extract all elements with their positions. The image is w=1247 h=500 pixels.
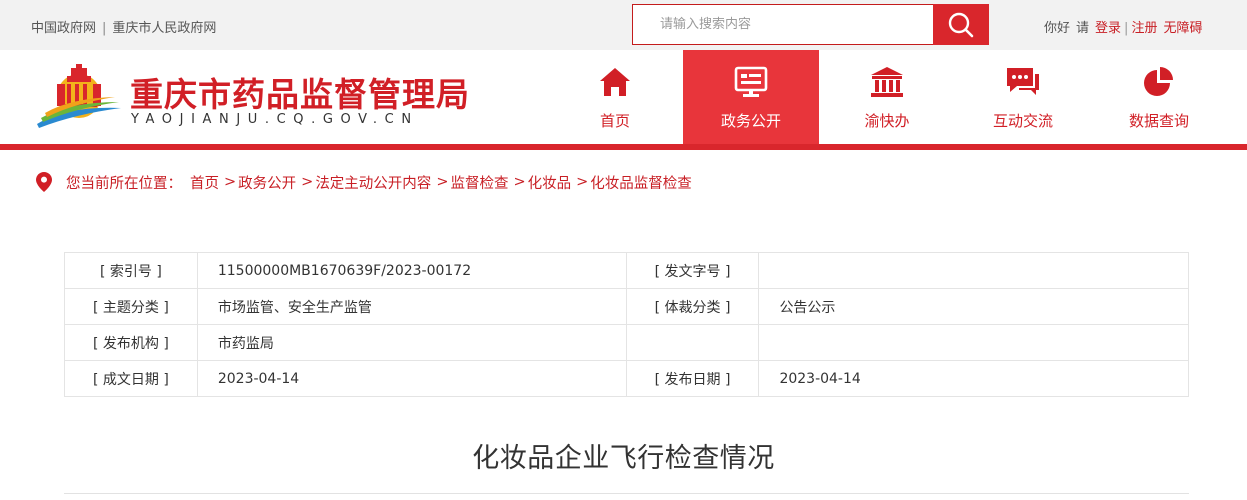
login-link[interactable]: 登录 [1095,21,1121,36]
chat-bubbles-icon [1005,64,1041,100]
index-number-value: 11500000MB1670639F/2023-00172 [196,252,627,289]
publish-date-label: [ 发布日期 ] [625,360,760,397]
nav-label-yukuaiban: 渝快办 [864,112,910,130]
home-icon [597,64,633,100]
breadcrumb-cosmetics-inspection[interactable]: 化妆品监督检查 [590,172,692,193]
issuing-agency-label: [ 发布机构 ] [64,324,198,361]
register-link[interactable]: 注册 [1131,21,1157,36]
table-row: [ 发布机构 ] 市药监局 [64,324,1189,361]
pie-chart-icon [1141,64,1177,100]
document-number-value [758,252,1189,289]
nav-label-interaction: 互动交流 [992,112,1053,130]
nav-label-data-query: 数据查询 [1128,112,1189,130]
site-header: 重庆市药品监督管理局 YAOJIANJU.CQ.GOV.CN 首页 政务公开 渝… [0,50,1247,145]
table-row: [ 主题分类 ] 市场监管、安全生产监管 [ 体裁分类 ] 公告公示 [64,288,1189,325]
breadcrumb: 您当前所在位置： 首页 > 政务公开 > 法定主动公开内容 > 监督检查 > 化… [36,171,692,193]
index-number-label: [ 索引号 ] [64,252,198,289]
user-area: 你好请登录 | 注册 无障碍 [1044,17,1202,36]
title-divider [64,493,1189,494]
breadcrumb-statutory-disclosure[interactable]: 法定主动公开内容 [315,172,431,193]
search-box [632,4,934,45]
chongqing-gov-link[interactable]: 重庆市人民政府网 [112,21,216,36]
header-divider [0,144,1247,150]
search-input[interactable] [633,5,933,44]
breadcrumb-prefix: 您当前所在位置： [66,175,182,192]
breadcrumb-arrow: > [513,174,526,190]
article-title: 化妆品企业飞行检查情况 [472,443,775,474]
breadcrumb-arrow: > [436,174,449,190]
breadcrumb-arrow: > [576,174,589,190]
document-number-label: [ 发文字号 ] [625,252,760,289]
empty-value-cell [758,324,1189,361]
publish-date-value: 2023-04-14 [758,360,1189,397]
issuing-agency-value: 市药监局 [196,324,627,361]
search-button[interactable] [933,4,989,45]
gov-links: 中国政府网 | 重庆市人民政府网 [31,17,216,36]
user-separator: | [1124,21,1129,36]
nav-item-data-query[interactable]: 数据查询 [1091,50,1227,145]
site-domain: YAOJIANJU.CQ.GOV.CN [131,112,419,127]
written-date-label: [ 成文日期 ] [64,360,198,397]
table-row: [ 索引号 ] 11500000MB1670639F/2023-00172 [ … [64,252,1189,289]
greeting-text: 你好 [1044,21,1071,36]
announcement-board-icon [733,64,769,100]
nav-item-government-affairs[interactable]: 政务公开 [683,50,819,145]
topic-category-value: 市场监管、安全生产监管 [196,288,627,325]
topic-category-label: [ 主题分类 ] [64,288,198,325]
gov-links-separator: | [102,21,107,36]
written-date-value: 2023-04-14 [196,360,627,397]
main-nav: 首页 政务公开 渝快办 互动交流 数据查询 [547,50,1227,145]
breadcrumb-arrow: > [224,174,237,190]
accessibility-link[interactable]: 无障碍 [1163,21,1202,36]
top-utility-bar: 中国政府网|重庆市人民政府网 你好请登录|注册无障碍 [0,0,1247,50]
genre-category-label: [ 体裁分类 ] [625,288,760,325]
empty-label-cell [625,324,760,361]
nav-item-interaction[interactable]: 互动交流 [955,50,1091,145]
government-building-icon [869,64,905,100]
location-pin-icon [36,172,52,192]
breadcrumb-home[interactable]: 首页 [190,172,219,193]
nav-label-government-affairs: 政务公开 [720,112,781,130]
genre-category-value: 公告公示 [758,288,1189,325]
table-row: [ 成文日期 ] 2023-04-14 [ 发布日期 ] 2023-04-14 [64,360,1189,397]
search-icon [948,12,974,37]
login-prompt-text: 请 [1076,21,1090,36]
breadcrumb-arrow: > [301,174,314,190]
site-title[interactable]: 重庆市药品监督管理局 [130,68,470,116]
nav-label-home: 首页 [599,112,630,130]
nav-item-yukuaiban[interactable]: 渝快办 [819,50,955,145]
nav-item-home[interactable]: 首页 [547,50,683,145]
breadcrumb-supervision[interactable]: 监督检查 [450,172,508,193]
breadcrumb-government-affairs[interactable]: 政务公开 [238,172,296,193]
document-info-table: [ 索引号 ] 11500000MB1670639F/2023-00172 [ … [64,252,1189,397]
china-gov-link[interactable]: 中国政府网 [31,21,96,36]
site-logo[interactable] [35,62,123,130]
breadcrumb-cosmetics[interactable]: 化妆品 [528,172,572,193]
